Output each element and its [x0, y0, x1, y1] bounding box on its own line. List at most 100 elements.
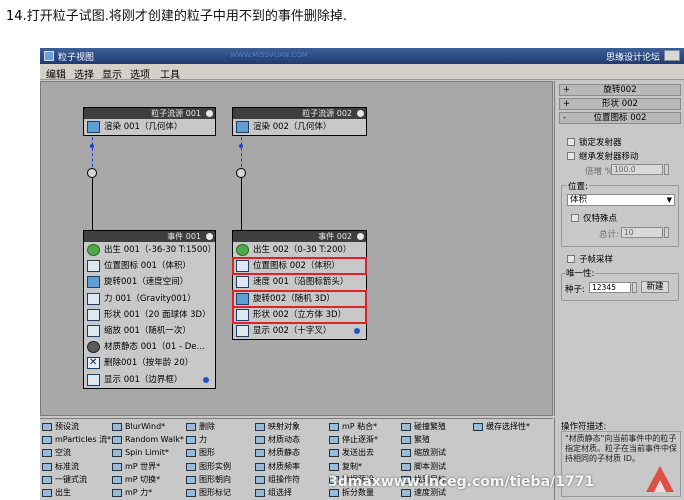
node-toggle-icon[interactable] [357, 110, 364, 117]
site-watermark: WWW.MISSVUAN.COM [230, 51, 308, 59]
depot-operator-item[interactable]: 空流 [42, 448, 71, 458]
input-connector-icon[interactable] [87, 168, 97, 178]
node-toggle-icon[interactable] [206, 233, 213, 240]
depot-operator-item[interactable]: 脚本测试 [401, 462, 446, 472]
total-spinner[interactable] [664, 227, 669, 238]
node-toggle-icon[interactable] [206, 110, 213, 117]
birth-icon [236, 244, 249, 256]
depot-operator-item[interactable]: Spin Limit* [112, 448, 169, 458]
location-label: 位置: [567, 180, 589, 192]
depot-operator-item[interactable]: mP 粘合* [329, 422, 377, 432]
app-icon [44, 51, 54, 61]
depot-operator-item[interactable]: 组选择 [255, 488, 292, 498]
operator-row[interactable]: 渲染 002（几何体） [233, 119, 366, 135]
event-canvas[interactable]: 粒子流源 001 渲染 001（几何体） 粒子流源 002 渲染 002（几何体… [40, 81, 553, 416]
depot-operator-item[interactable]: 缩放测试 [401, 448, 446, 458]
depot-operator-item[interactable]: Random Walk* [112, 435, 184, 445]
operator-row[interactable]: 删除001（按年龄 20） [84, 355, 215, 372]
depot-operator-item[interactable]: mP 切换* [112, 475, 160, 485]
inherit-move-checkbox[interactable] [567, 152, 575, 160]
depot-operator-item[interactable]: mP 世界* [112, 462, 160, 472]
menu-edit[interactable]: 编辑 [46, 66, 66, 81]
total-field[interactable]: 10 [621, 227, 663, 238]
depot-operator-item[interactable]: 出生 [42, 488, 71, 498]
operator-row[interactable]: 缩放 001（随机一次） [84, 323, 215, 339]
rollout-shape[interactable]: + 形状 002 [559, 98, 681, 110]
depot-operator-item[interactable]: 图形标记 [186, 488, 231, 498]
depot-operator-item[interactable]: 停止逐渐* [329, 435, 378, 445]
depot-operator-item[interactable]: 力 [186, 435, 207, 445]
operator-row[interactable]: 力 001（Gravity001） [84, 291, 215, 307]
wire [92, 178, 93, 230]
node-header[interactable]: 事件 001 [84, 231, 215, 242]
operator-row[interactable]: 形状 001（20 面球体 3D） [84, 307, 215, 323]
menu-select[interactable]: 选择 [74, 66, 94, 81]
node-header[interactable]: 事件 002 [233, 231, 366, 242]
lock-emitter-checkbox[interactable] [567, 138, 575, 146]
operator-row-highlighted[interactable]: 旋转002（随机 3D） [232, 289, 367, 308]
depot-operator-item[interactable]: 图形朝向 [186, 475, 231, 485]
operator-label: 组选择 [268, 488, 292, 497]
operator-row[interactable]: 渲染 001（几何体） [84, 119, 215, 135]
depot-operator-item[interactable]: 材质静态 [255, 448, 300, 458]
operator-row[interactable]: 显示 001（边界框） [84, 372, 215, 388]
operator-icon [186, 475, 196, 484]
menu-options[interactable]: 选项 [130, 66, 150, 81]
operator-icon [255, 489, 265, 497]
depot-operator-item[interactable]: 材质频率 [255, 462, 300, 472]
seed-spinner[interactable] [632, 282, 637, 293]
rollout-rotation[interactable]: + 旋转002 [559, 84, 681, 96]
window-button[interactable] [664, 50, 680, 61]
depot-operator-item[interactable]: BlurWind* [112, 422, 165, 432]
node-header[interactable]: 粒子流源 001 [84, 108, 215, 119]
depot-operator-item[interactable]: 一键式流 [42, 475, 87, 485]
depot-operator-item[interactable]: mP 力* [112, 488, 152, 498]
operator-row[interactable]: 旋转001（速度空间） [84, 274, 215, 290]
operator-row[interactable]: 出生 002（0-30 T:200） [233, 242, 366, 258]
depot-operator-item[interactable]: 预设流 [42, 422, 79, 432]
operator-label: 图形实例 [199, 461, 231, 471]
depot-operator-item[interactable]: 标准流 [42, 462, 79, 472]
depot-operator-item[interactable]: 组操作符 [255, 475, 300, 485]
depot-operator-item[interactable]: 复制* [329, 462, 362, 472]
depot-operator-item[interactable]: 图形实例 [186, 462, 231, 472]
separation-checkbox[interactable] [571, 214, 579, 222]
multiplier-field[interactable]: 100.0 [611, 164, 663, 175]
operator-row[interactable]: 显示 002（十字叉） [233, 323, 366, 339]
depot-operator-item[interactable]: 材质动态 [255, 435, 300, 445]
operator-icon [329, 449, 339, 458]
new-seed-button[interactable]: 新建 [641, 281, 669, 293]
operator-row[interactable]: 出生 001（-36-30 T:1500） [84, 242, 216, 258]
menu-tools[interactable]: 工具 [160, 66, 180, 81]
depot-operator-item[interactable]: 删除 [186, 422, 215, 432]
operator-row-highlighted[interactable]: 位置图标 002（体积） [232, 257, 367, 276]
operator-icon [255, 449, 265, 458]
rollout-position-icon[interactable]: - 位置图标 002 [559, 112, 681, 124]
input-connector-icon[interactable] [236, 168, 246, 178]
depot-operator-item[interactable]: mParticles 流* [42, 435, 111, 445]
depot-operator-item[interactable]: 映射对象 [255, 422, 300, 432]
operator-row-highlighted[interactable]: 形状 002（立方体 3D） [232, 305, 367, 324]
operator-row[interactable]: 材质静态 001（01 - De... [84, 339, 215, 355]
particle-source-002[interactable]: 粒子流源 002 渲染 002（几何体） [232, 107, 367, 137]
multiplier-spinner[interactable] [664, 164, 669, 175]
depot-operator-item[interactable]: 图形 [186, 448, 215, 458]
event-002[interactable]: 事件 002 出生 002（0-30 T:200） 位置图标 002（体积） 速… [232, 230, 367, 341]
event-001[interactable]: 事件 001 出生 001（-36-30 T:1500） 位置图标 001（体积… [83, 230, 216, 389]
depot-operator-item[interactable]: 繁殖 [401, 435, 430, 445]
node-header[interactable]: 粒子流源 002 [233, 108, 366, 119]
particle-source-001[interactable]: 粒子流源 001 渲染 001（几何体） [83, 107, 216, 137]
subframe-checkbox[interactable] [567, 255, 575, 263]
menu-display[interactable]: 显示 [102, 66, 122, 81]
depot-operator-item[interactable]: 发送出去 [329, 448, 374, 458]
operator-label: 删除 [199, 422, 215, 431]
wire-node-icon [239, 144, 243, 148]
depot-operator-item[interactable]: 碰撞繁殖 [401, 422, 446, 432]
operator-row[interactable]: 位置图标 001（体积） [84, 258, 215, 274]
location-select[interactable]: 体积 ▼ [567, 194, 675, 206]
node-toggle-icon[interactable] [357, 233, 364, 240]
depot-operator-item[interactable]: 缓存选择性* [473, 422, 530, 432]
operator-row[interactable]: 速度 001（沿图标箭头） [233, 274, 366, 290]
operator-icon [401, 423, 411, 431]
seed-field[interactable]: 12345 [589, 282, 631, 293]
